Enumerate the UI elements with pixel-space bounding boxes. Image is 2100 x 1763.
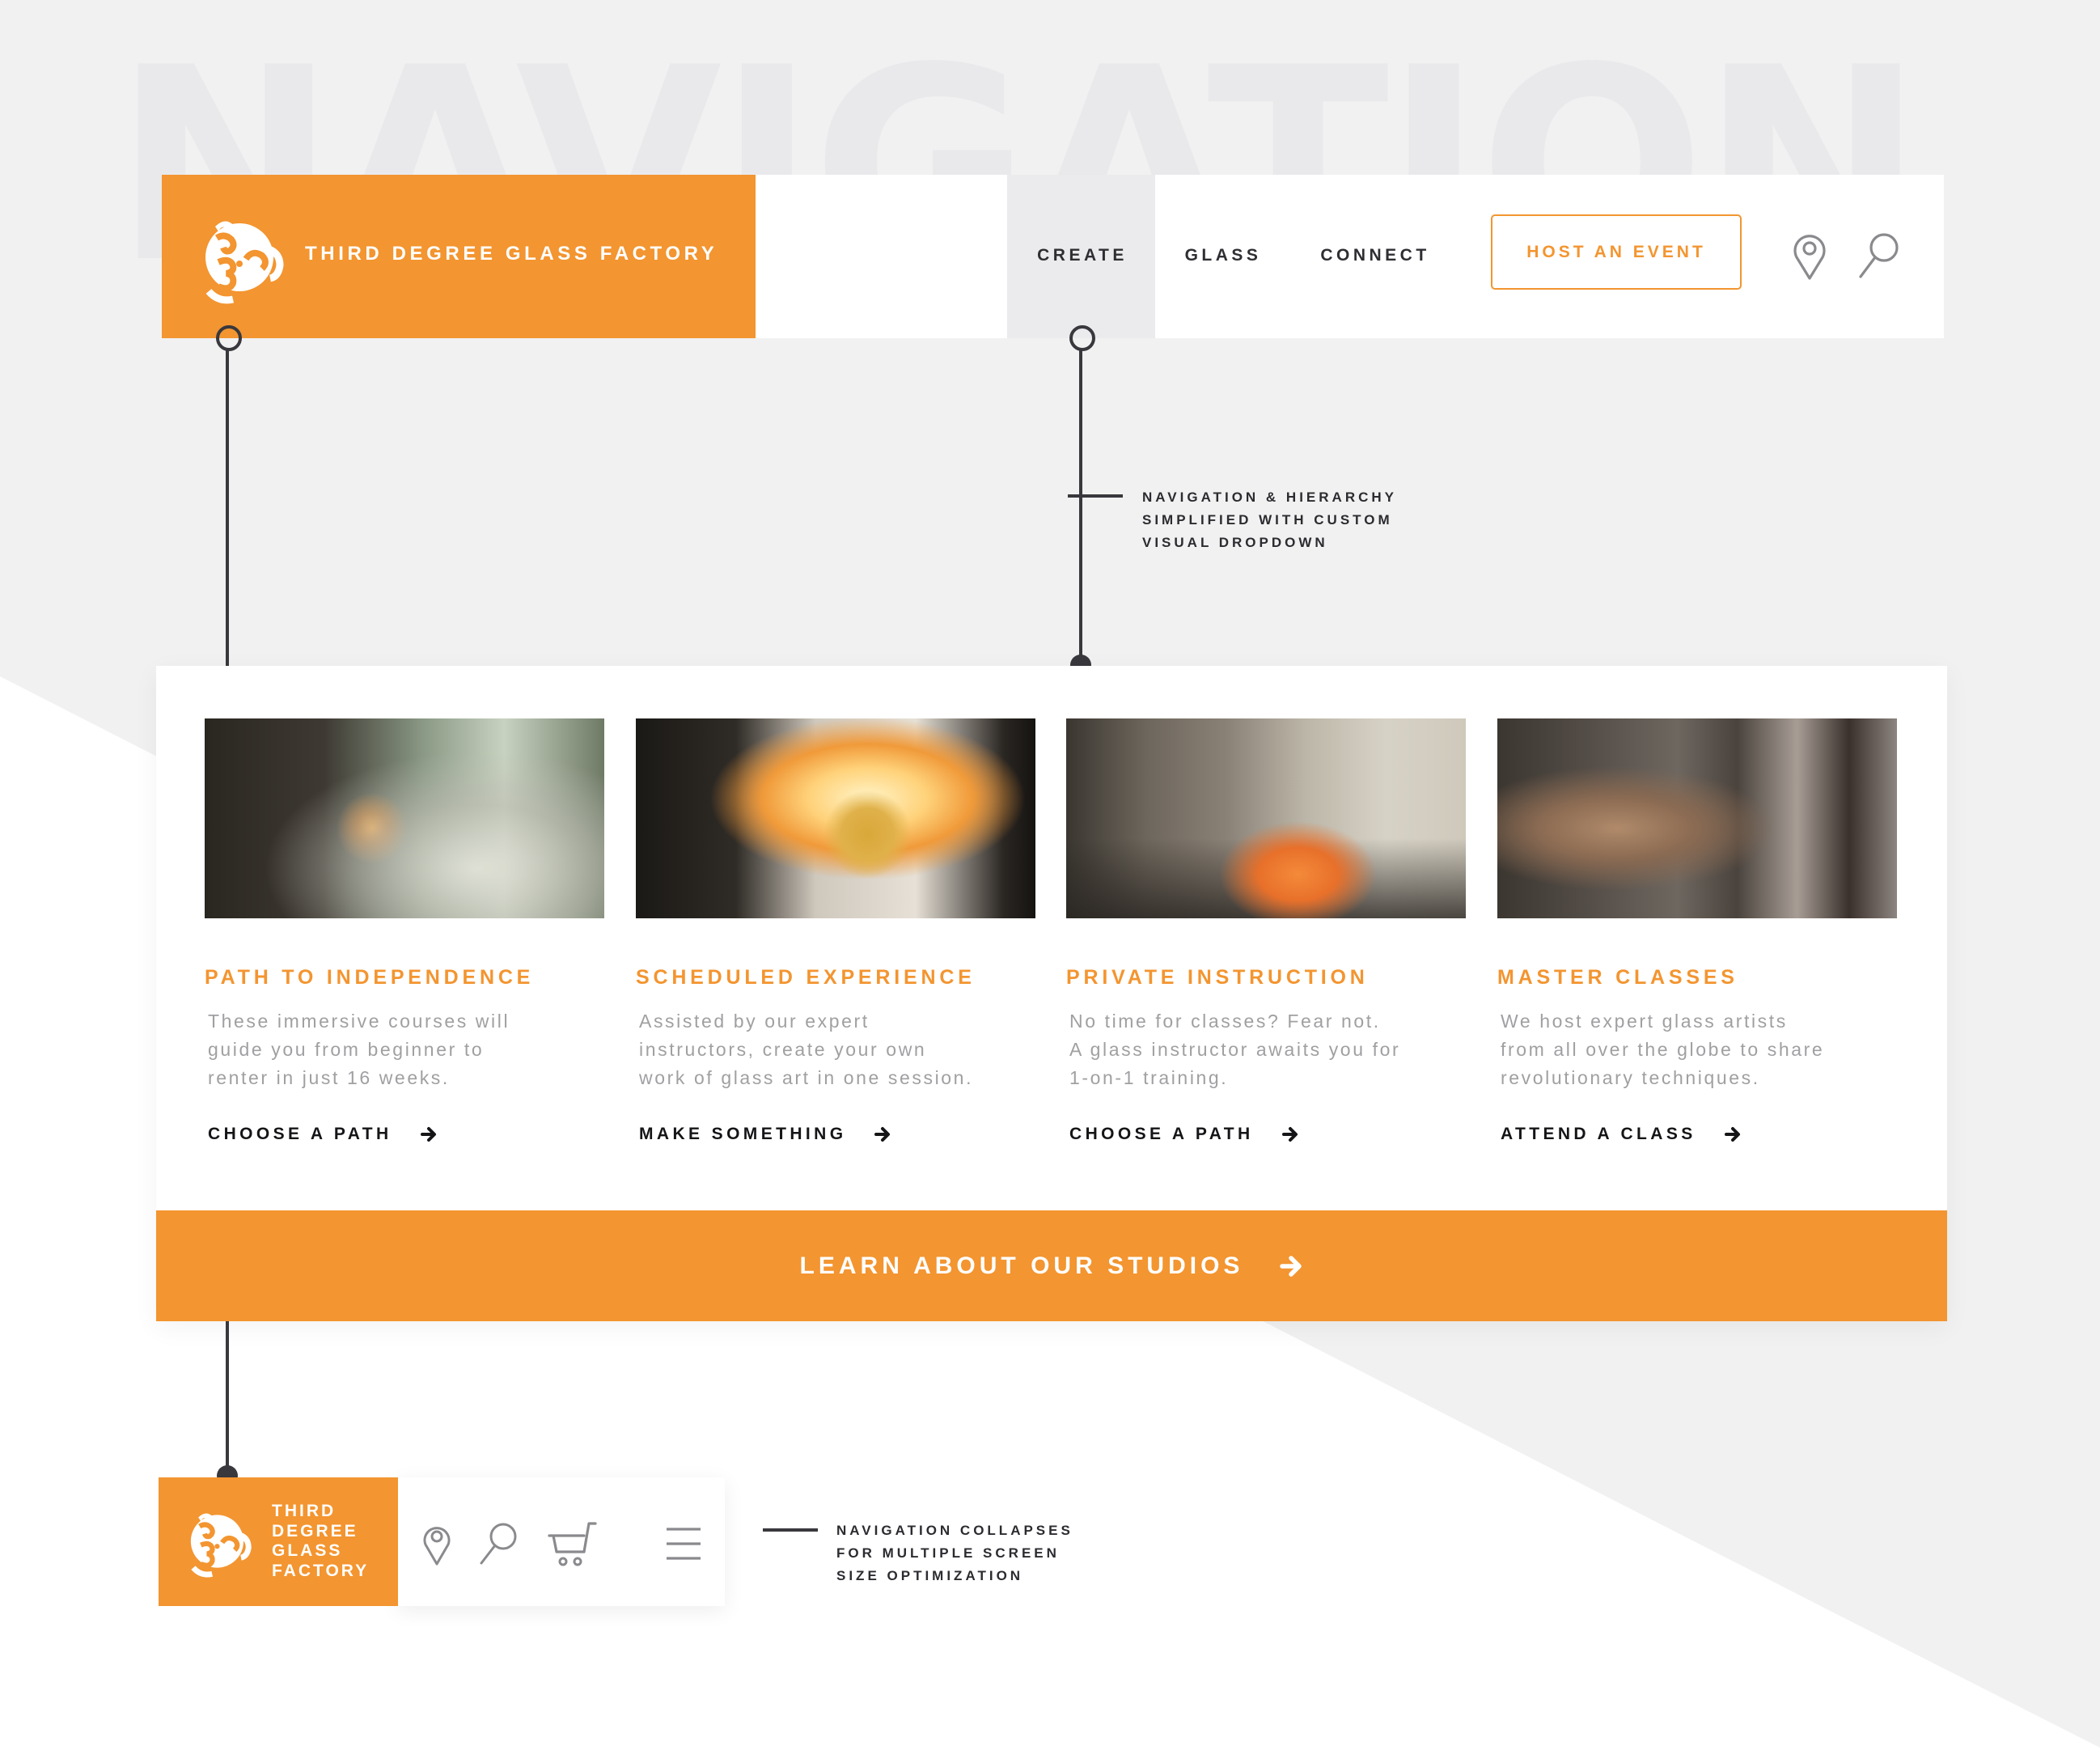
location-pin-icon[interactable]	[1791, 231, 1828, 282]
card-link-make-something[interactable]: MAKE SOMETHING	[639, 1125, 891, 1144]
card-link-label: CHOOSE A PATH	[1069, 1125, 1254, 1143]
annotation-line: FOR MULTIPLE SCREEN	[836, 1545, 1060, 1561]
nav-item-create[interactable]: CREATE	[1037, 246, 1128, 265]
arrow-right-icon	[874, 1127, 891, 1142]
card-title: MASTER CLASSES	[1497, 966, 1738, 989]
arrow-right-icon	[420, 1127, 436, 1142]
dropdown-panel: PATH TO INDEPENDENCE These immersive cou…	[156, 666, 1947, 1321]
card-link-choose-a-path[interactable]: CHOOSE A PATH	[1069, 1125, 1299, 1144]
card-title: PRIVATE INSTRUCTION	[1066, 966, 1369, 989]
card-description: These immersive courses will guide you f…	[208, 1011, 510, 1088]
shopping-cart-icon[interactable]	[547, 1519, 599, 1568]
dropdown-card[interactable]: PATH TO INDEPENDENCE These immersive cou…	[205, 718, 604, 1143]
card-image-path-to-independence[interactable]	[205, 718, 604, 918]
nav-item-glass[interactable]: GLASS	[1185, 246, 1262, 265]
card-title: SCHEDULED EXPERIENCE	[636, 966, 976, 989]
nav-item-connect[interactable]: CONNECT	[1320, 246, 1429, 265]
search-icon[interactable]	[477, 1521, 519, 1566]
annotation-line: SIMPLIFIED WITH CUSTOM	[1142, 512, 1393, 528]
card-link-label: MAKE SOMETHING	[639, 1125, 847, 1143]
annotation-line: NAVIGATION & HIERARCHY	[1142, 489, 1397, 505]
arrow-right-icon	[1724, 1127, 1740, 1142]
dropdown-card[interactable]: PRIVATE INSTRUCTION No time for classes?…	[1066, 718, 1466, 1143]
annotation-line: SIZE OPTIMIZATION	[836, 1568, 1024, 1583]
card-link-label: ATTEND A CLASS	[1501, 1125, 1696, 1143]
card-link-label: CHOOSE A PATH	[208, 1125, 392, 1143]
card-title: PATH TO INDEPENDENCE	[205, 966, 535, 989]
arrow-right-icon	[1281, 1127, 1298, 1142]
learn-about-studios-button[interactable]: LEARN ABOUT OUR STUDIOS	[156, 1210, 1947, 1321]
card-image-scheduled-experience[interactable]	[636, 718, 1035, 918]
brand-name: THIRD DEGREE GLASS FACTORY	[272, 1502, 370, 1580]
card-link-choose-a-path[interactable]: CHOOSE A PATH	[208, 1125, 438, 1144]
search-icon[interactable]	[1856, 231, 1901, 282]
annotation-line: VISUAL DROPDOWN	[1142, 535, 1328, 550]
card-image-private-instruction[interactable]	[1066, 718, 1466, 918]
brand-name: THIRD DEGREE GLASS FACTORY	[305, 243, 718, 265]
arrow-right-icon	[1280, 1255, 1302, 1277]
card-description: We host expert glass artists from all ov…	[1501, 1011, 1825, 1088]
annotation-line: NAVIGATION COLLAPSES	[836, 1523, 1073, 1538]
annotation-mobile: NAVIGATION COLLAPSES FOR MULTIPLE SCREEN…	[836, 1519, 1073, 1587]
brand-logo-block[interactable]: THIRD DEGREE GLASS FACTORY	[162, 175, 756, 338]
dropdown-card[interactable]: SCHEDULED EXPERIENCE Assisted by our exp…	[636, 718, 1035, 1143]
connector-line-dropdown	[1079, 348, 1082, 667]
annotation-tick	[1068, 494, 1123, 498]
card-description: Assisted by our expert instructors, crea…	[639, 1011, 974, 1088]
card-link-attend-a-class[interactable]: ATTEND A CLASS	[1501, 1125, 1742, 1144]
dropdown-card[interactable]: MASTER CLASSES We host expert glass arti…	[1497, 718, 1897, 1143]
connector-start-marker	[1069, 325, 1095, 351]
card-image-master-classes[interactable]	[1497, 718, 1897, 918]
annotation-dropdown: NAVIGATION & HIERARCHY SIMPLIFIED WITH C…	[1142, 486, 1397, 554]
connector-line-mobile	[226, 1321, 229, 1477]
logo-icon	[190, 1513, 252, 1578]
card-description: No time for classes? Fear not. A glass i…	[1069, 1011, 1401, 1088]
cta-label: LEARN ABOUT OUR STUDIOS	[799, 1252, 1244, 1279]
host-an-event-button[interactable]: HOST AN EVENT	[1491, 214, 1742, 290]
location-pin-icon[interactable]	[421, 1521, 453, 1566]
connector-line-logo	[226, 348, 229, 666]
hamburger-menu-icon[interactable]	[665, 1526, 702, 1562]
header-spacer	[756, 175, 1007, 338]
logo-icon	[205, 221, 284, 304]
connector-start-marker	[216, 325, 242, 351]
mobile-brand-logo-block[interactable]: THIRD DEGREE GLASS FACTORY	[159, 1477, 398, 1606]
annotation-tick	[763, 1528, 818, 1532]
